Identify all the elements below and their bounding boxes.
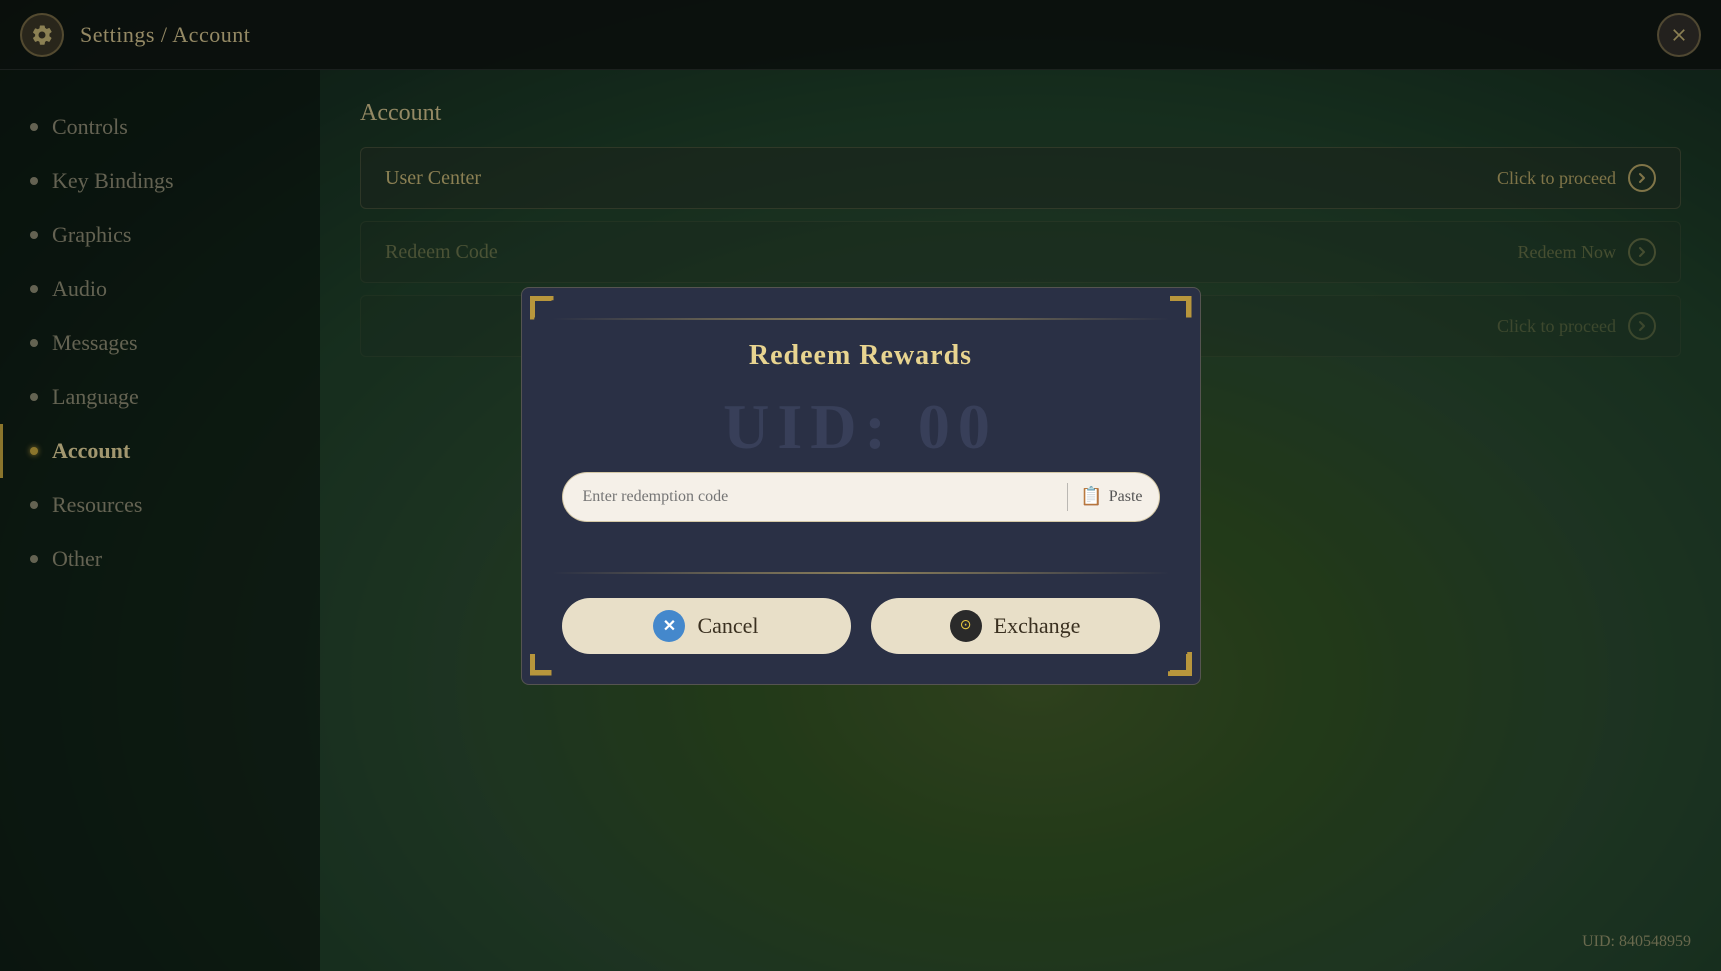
modal-bottom-line (552, 572, 1170, 574)
corner-tl-ornament (530, 296, 552, 318)
input-wrapper: 📋 Paste (562, 472, 1160, 522)
modal-title: Redeem Rewards (522, 320, 1200, 382)
modal-overlay: Redeem Rewards UID: 00 📋 Paste ✕ Cancel (0, 0, 1721, 971)
corner-tr-ornament (1170, 296, 1192, 318)
modal-input-area: 📋 Paste (522, 472, 1200, 542)
exchange-icon: ⊙ (950, 610, 982, 642)
redemption-code-input[interactable] (563, 488, 1064, 506)
corner-br-ornament (1170, 654, 1192, 676)
paste-button[interactable]: 📋 Paste (1072, 486, 1158, 507)
modal-watermark: UID: 00 (522, 382, 1200, 472)
redeem-rewards-modal: Redeem Rewards UID: 00 📋 Paste ✕ Cancel (521, 287, 1201, 685)
modal-spacer (522, 542, 1200, 572)
modal-buttons: ✕ Cancel ⊙ Exchange (522, 598, 1200, 654)
cancel-button[interactable]: ✕ Cancel (562, 598, 851, 654)
exchange-button[interactable]: ⊙ Exchange (871, 598, 1160, 654)
input-divider (1067, 483, 1068, 511)
cancel-icon: ✕ (653, 610, 685, 642)
paste-icon: 📋 (1080, 486, 1102, 507)
corner-bl-ornament (530, 654, 552, 676)
